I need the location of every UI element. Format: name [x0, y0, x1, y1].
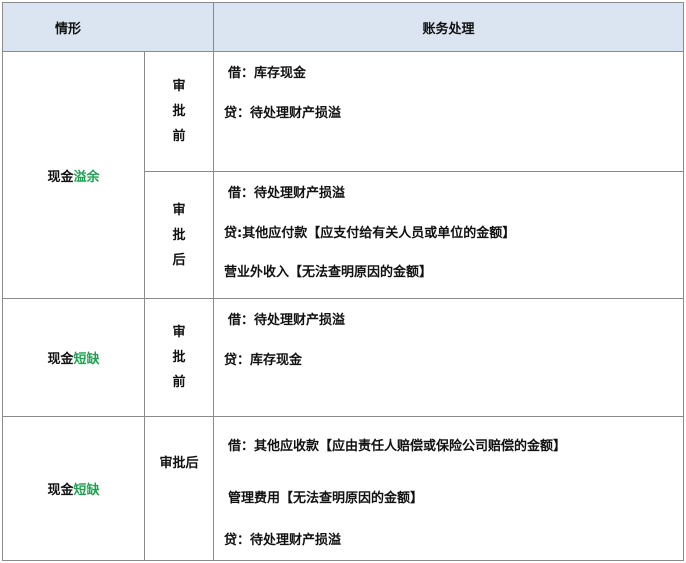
table-row: 现金短缺 审 批 前 借：待处理财产损溢 贷：库存现金	[2, 298, 685, 417]
stage-char: 审	[172, 325, 186, 340]
stage-char: 后	[172, 252, 186, 268]
stage-char: 前	[172, 375, 186, 390]
situation-highlight: 短缺	[73, 483, 100, 498]
situation-prefix: 现金	[47, 169, 74, 185]
stage-cell: 审批后	[143, 416, 215, 561]
entries-cell: 借：待处理财产损溢 贷：库存现金	[213, 298, 685, 417]
entry-line: 借：库存现金	[228, 66, 307, 81]
situation-highlight: 短缺	[73, 352, 100, 367]
table-row: 现金溢余 审 批 前 借：库存现金 贷：待处理财产损溢	[2, 51, 685, 299]
situation-cell: 现金短缺	[2, 298, 145, 417]
situation-cell: 现金溢余	[2, 51, 145, 299]
stage-cell: 审 批 前	[143, 298, 215, 417]
stage-char: 前	[172, 129, 186, 144]
entries-cell: 借：待处理财产损溢 贷:其他应付款【应支付给有关人员或单位的金额】 营业外收入【…	[213, 171, 685, 299]
entry-line: 营业外收入【无法查明原因的金额】	[224, 265, 433, 280]
entry-line: 借：其他应收款【应由责任人赔偿或保险公司赔偿的金额】	[228, 439, 567, 454]
stage-char: 审	[172, 202, 186, 218]
situation-cell: 现金短缺	[2, 416, 145, 561]
situation-prefix: 现金	[47, 352, 74, 367]
accounting-table: 情形 账务处理 现金溢余 审 批 前 借：库存现金 贷：待处理财产损溢 审 批 …	[1, 2, 685, 561]
entries-cell: 借：库存现金 贷：待处理财产损溢	[213, 51, 685, 172]
entries-cell: 借：其他应收款【应由责任人赔偿或保险公司赔偿的金额】 管理费用【无法查明原因的金…	[213, 416, 685, 561]
entry-line: 借：待处理财产损溢	[228, 186, 346, 201]
entry-line: 贷：待处理财产损溢	[224, 533, 342, 548]
stage-char: 批	[172, 350, 186, 365]
entry-line: 贷：库存现金	[224, 353, 303, 368]
entry-line: 贷：待处理财产损溢	[224, 106, 342, 121]
table-row: 现金短缺 审批后 借：其他应收款【应由责任人赔偿或保险公司赔偿的金额】 管理费用…	[2, 416, 685, 561]
entry-line: 管理费用【无法查明原因的金额】	[228, 491, 424, 506]
entry-line: 借：待处理财产损溢	[228, 313, 346, 328]
table-header-row: 情形 账务处理	[1, 2, 685, 52]
stage-cell: 审 批 后	[143, 171, 215, 299]
stage-cell: 审 批 前	[143, 51, 215, 172]
situation-highlight: 溢余	[73, 169, 100, 185]
stage-label: 审批后	[159, 456, 199, 471]
stage-char: 审	[172, 79, 186, 94]
entry-line: 贷:其他应付款【应支付给有关人员或单位的金额】	[224, 226, 516, 241]
situation-prefix: 现金	[47, 483, 74, 498]
header-situation: 情形	[1, 2, 215, 52]
stage-char: 批	[172, 104, 186, 119]
stage-char: 批	[172, 227, 186, 243]
header-accounting: 账务处理	[213, 2, 685, 52]
